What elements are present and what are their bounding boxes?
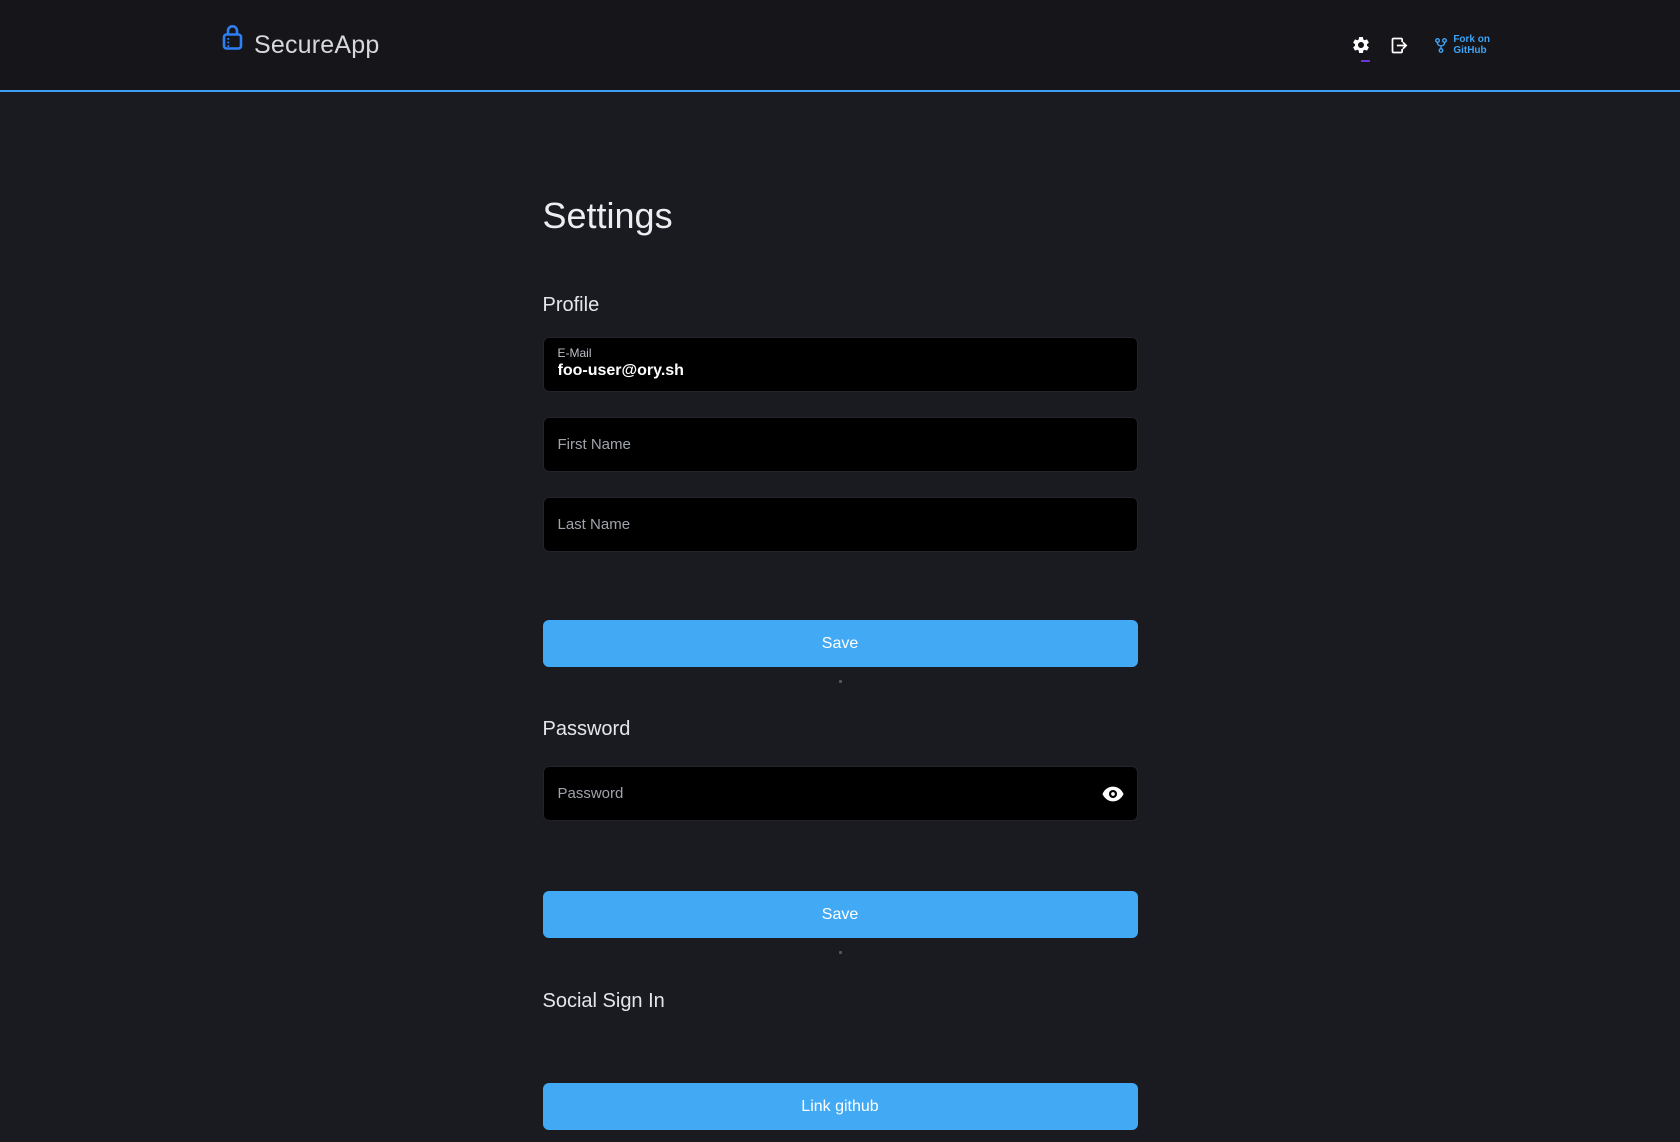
profile-section-heading: Profile — [543, 293, 1138, 317]
email-field[interactable]: E-Mail — [543, 337, 1138, 392]
hidden-node-dot — [839, 680, 842, 683]
last-name-input[interactable] — [543, 497, 1138, 552]
email-input[interactable] — [558, 360, 1123, 380]
password-field — [543, 766, 1138, 821]
page-title: Settings — [543, 195, 1138, 237]
hidden-node-dot — [839, 951, 842, 954]
fork-link-text: Fork on GitHub — [1453, 34, 1490, 56]
app-header: SecureApp Fork on GitHub — [0, 0, 1680, 92]
header-actions: Fork on GitHub — [1351, 34, 1490, 56]
social-section-heading: Social Sign In — [543, 989, 1138, 1013]
git-fork-icon — [1434, 37, 1448, 54]
password-section-heading: Password — [543, 717, 1138, 741]
lock-icon — [222, 23, 243, 56]
eye-icon — [1102, 786, 1124, 802]
password-input[interactable] — [543, 766, 1138, 821]
profile-save-button[interactable]: Save — [543, 620, 1138, 667]
settings-gear-button[interactable] — [1351, 35, 1371, 55]
toggle-password-visibility-button[interactable] — [1102, 786, 1124, 802]
link-github-button[interactable]: Link github — [543, 1083, 1138, 1130]
settings-page: Settings Profile E-Mail Save Password Sa… — [543, 92, 1138, 1130]
password-save-button[interactable]: Save — [543, 891, 1138, 938]
logout-icon — [1389, 35, 1410, 56]
gear-icon — [1351, 35, 1371, 55]
email-field-label: E-Mail — [558, 346, 1123, 360]
fork-on-github-link[interactable]: Fork on GitHub — [1434, 34, 1490, 56]
app-title: SecureApp — [254, 31, 380, 60]
first-name-input[interactable] — [543, 417, 1138, 472]
focus-underline — [1361, 60, 1370, 62]
logout-button[interactable] — [1389, 35, 1410, 56]
brand: SecureApp — [222, 29, 380, 62]
